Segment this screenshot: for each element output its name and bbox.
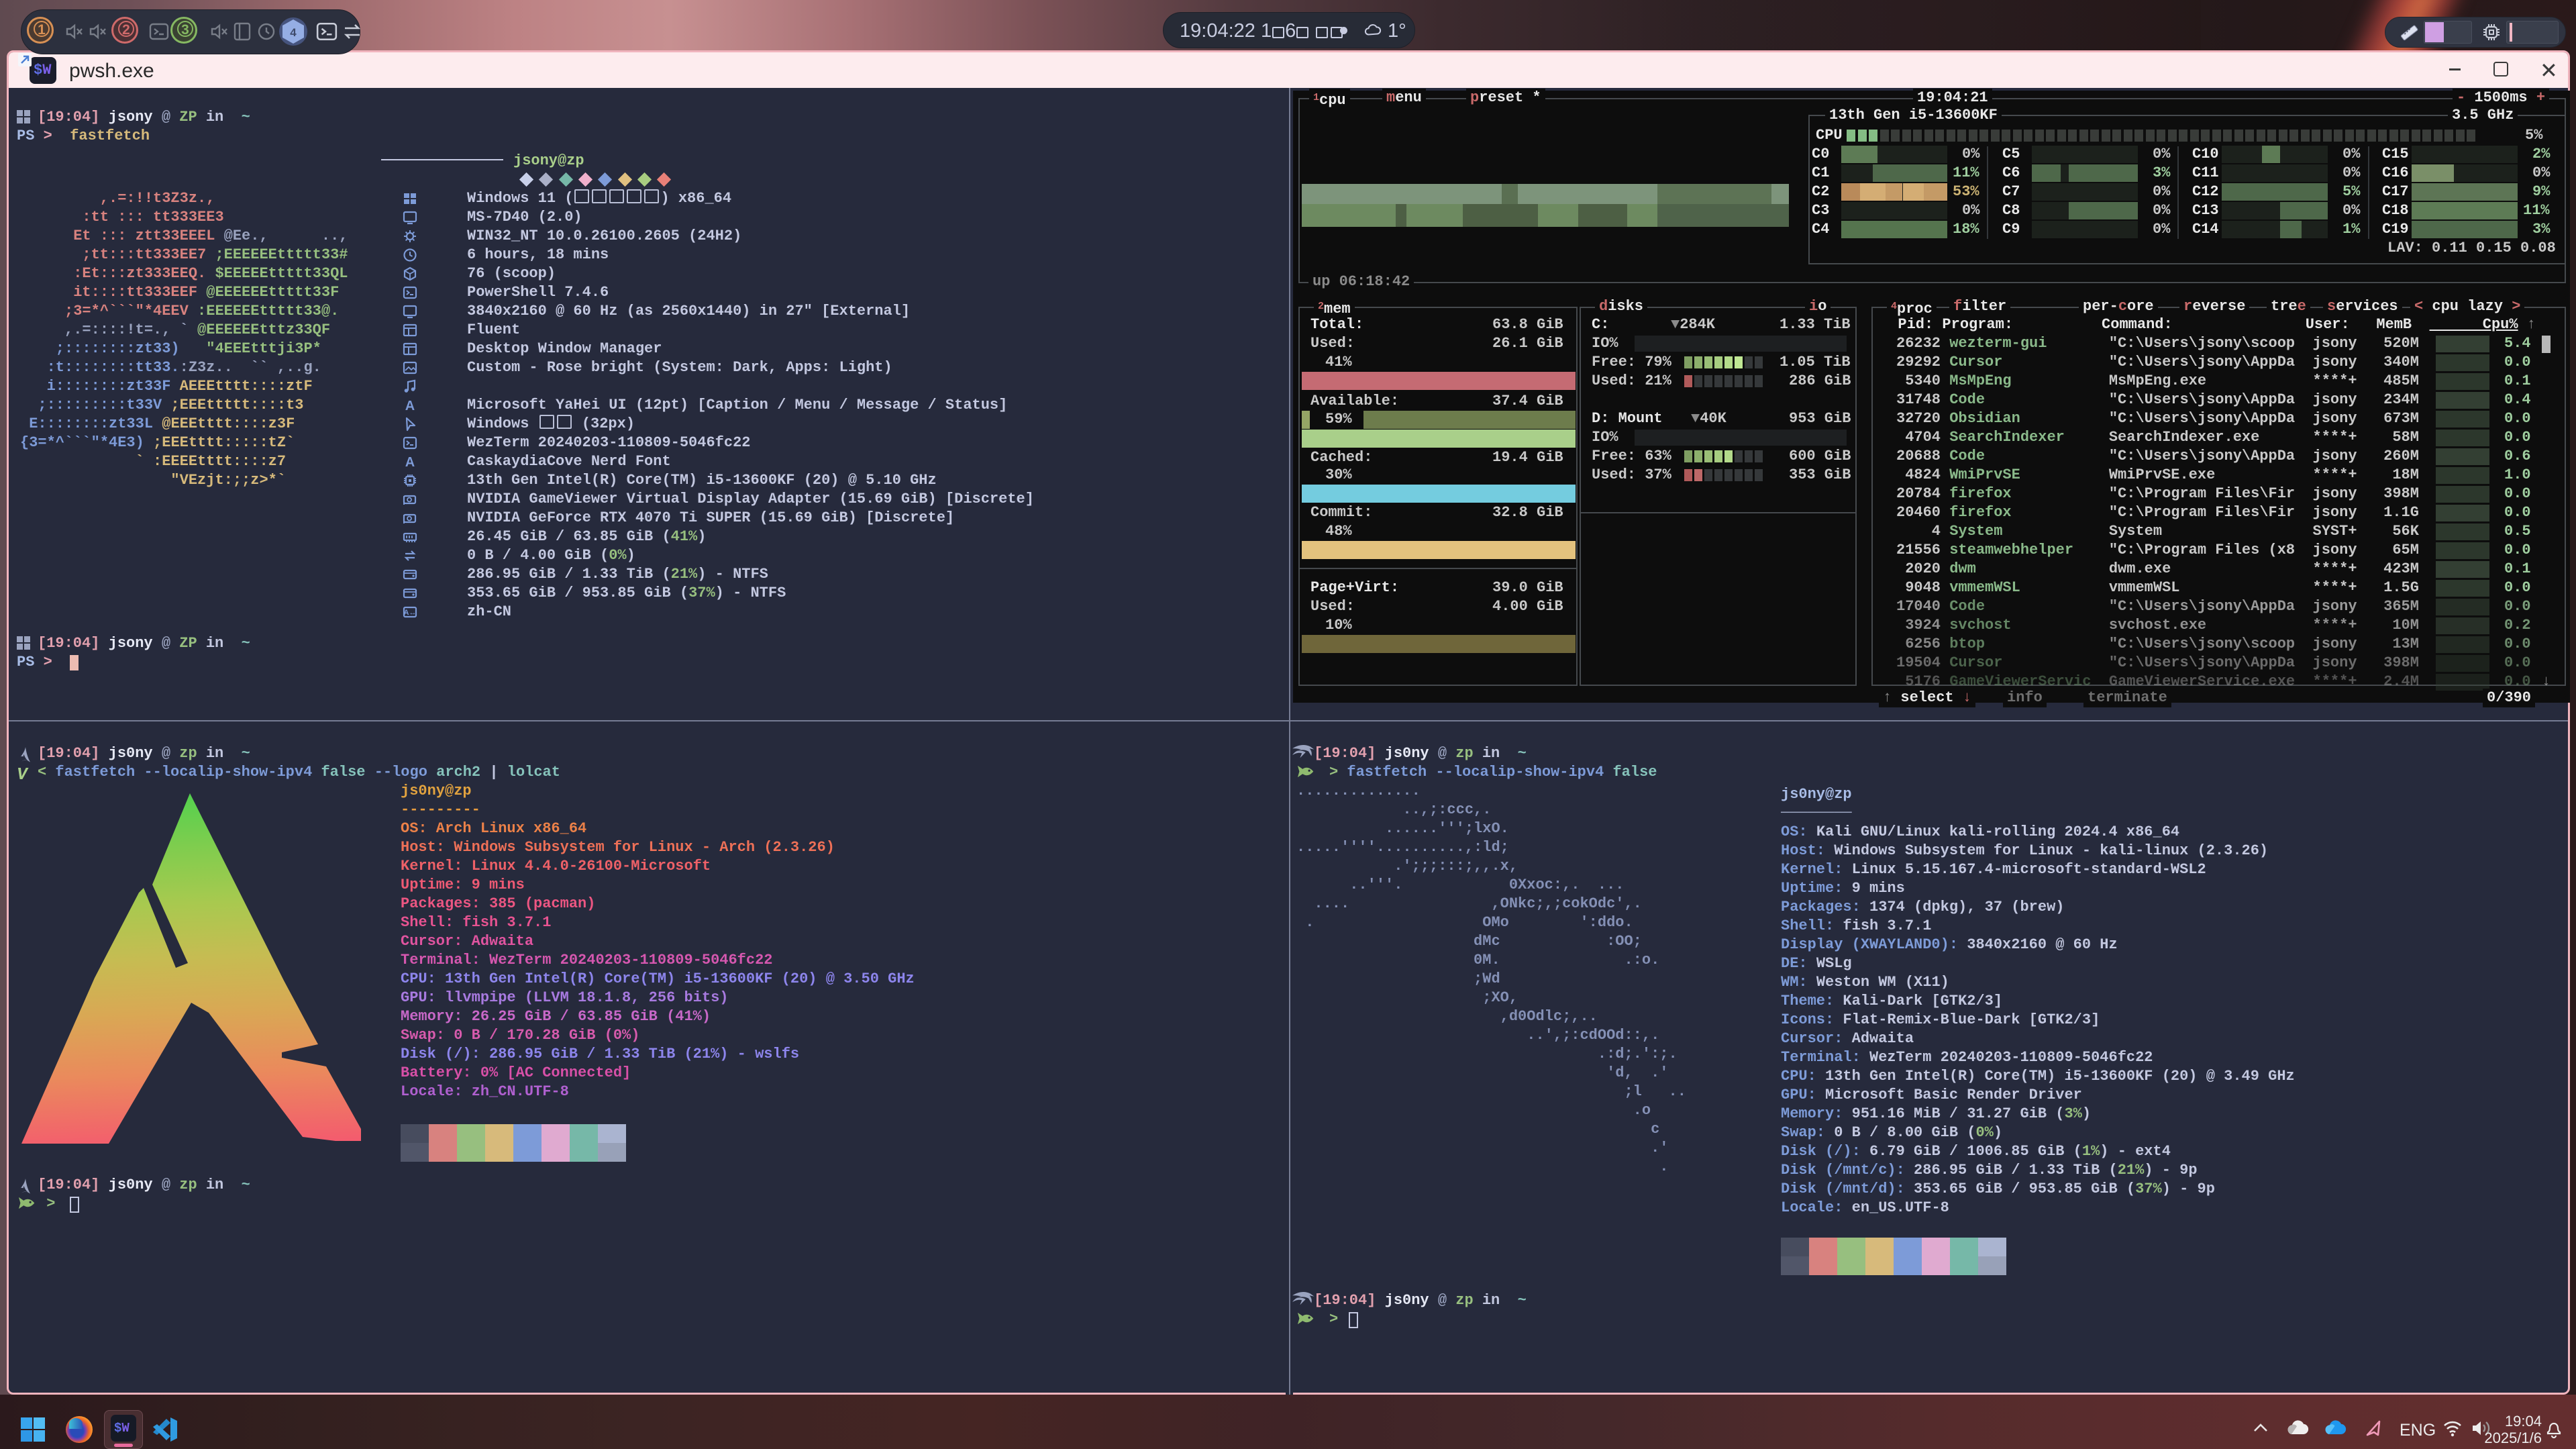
svg-text:A↔: A↔ [404,609,417,617]
svg-text:A: A [405,399,415,413]
svg-text:4: 4 [290,26,297,39]
svg-text:A: A [405,455,415,469]
